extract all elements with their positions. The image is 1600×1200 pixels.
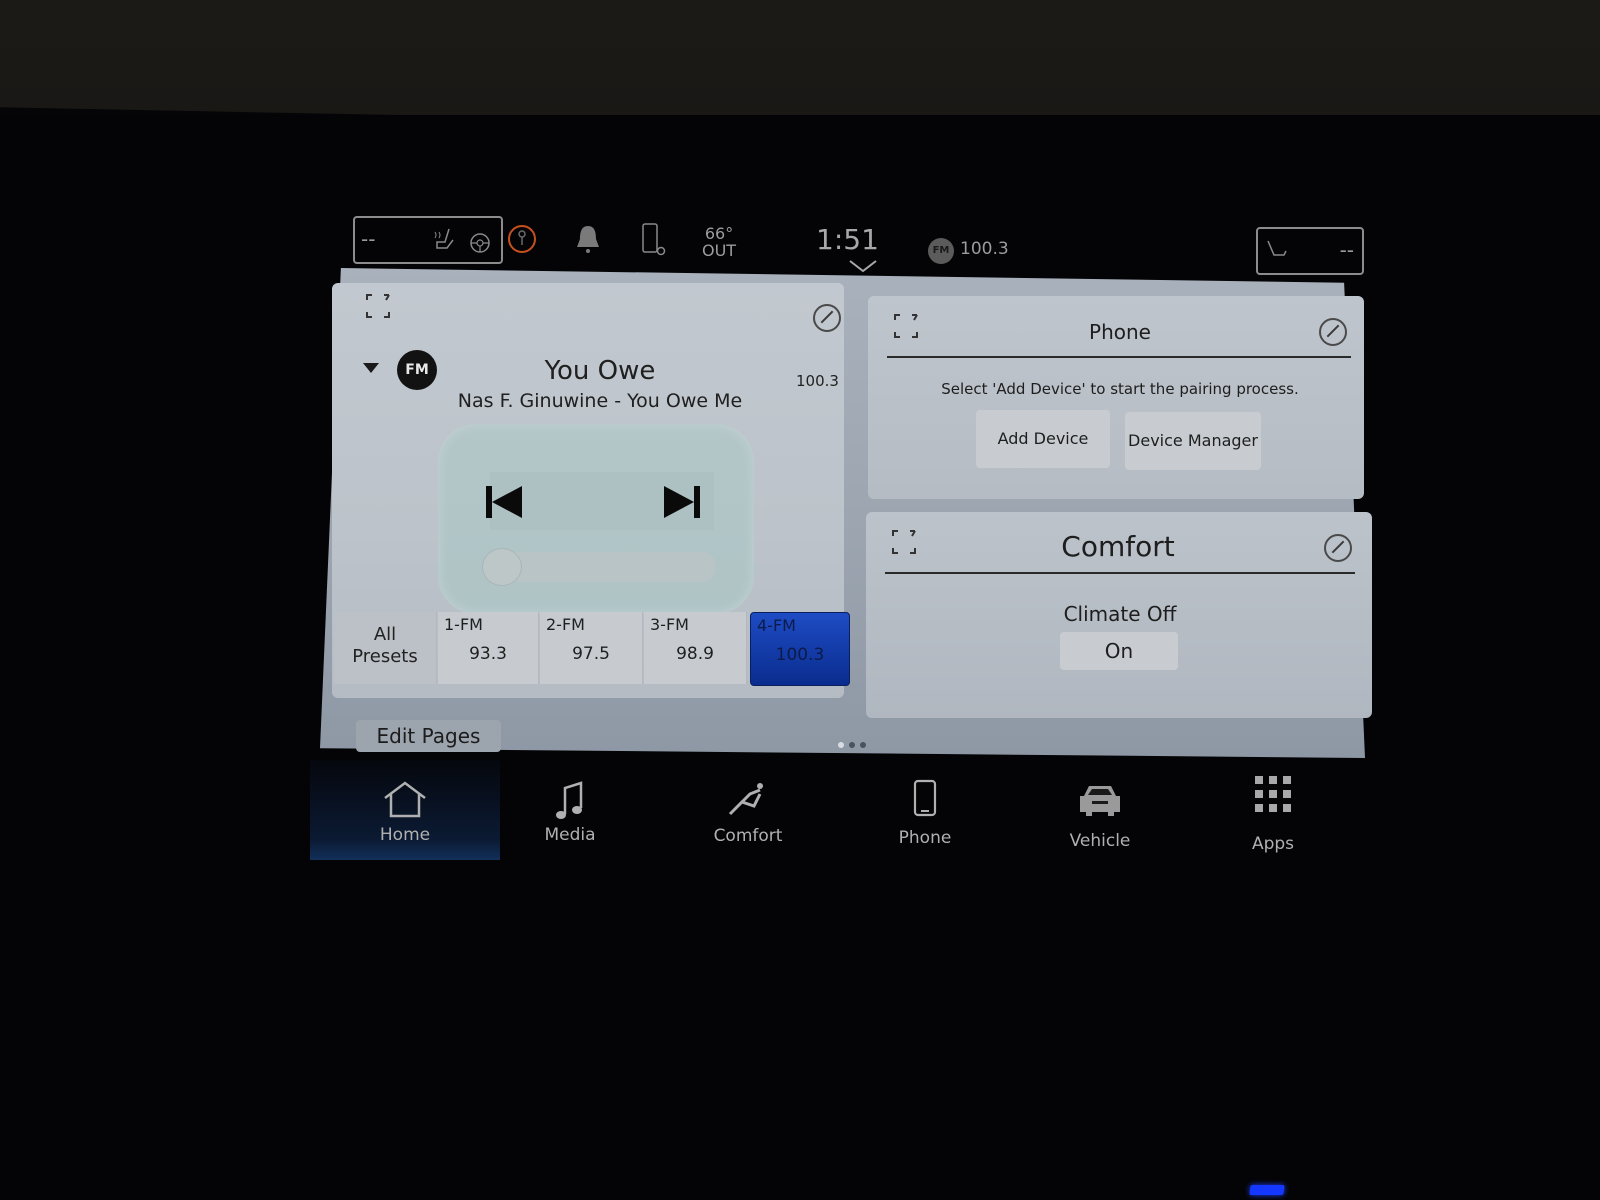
preset-frequency: 93.3 (469, 644, 507, 664)
source-frequency[interactable]: 100.3 (960, 239, 1009, 259)
temperature-label: OUT (702, 241, 737, 260)
divider (887, 356, 1351, 358)
edit-media-card-icon[interactable] (813, 304, 841, 332)
nav-media[interactable]: Media (495, 760, 645, 860)
song-title: You Owe (544, 356, 656, 386)
phone-settings-icon[interactable] (640, 221, 670, 261)
climate-on-button[interactable]: On (1060, 632, 1178, 670)
clock[interactable]: 1:51 (816, 223, 879, 256)
expand-icon[interactable] (892, 312, 920, 340)
music-note-icon (556, 781, 583, 819)
media-frequency: 100.3 (796, 372, 839, 390)
edit-pages-button[interactable]: Edit Pages (356, 720, 501, 752)
temperature-value: 66° (704, 224, 734, 243)
comfort-card-title: Comfort (1061, 530, 1175, 563)
bottom-nav: Home Media Comfort Phone Vehicle Apps (310, 760, 1360, 860)
player-controls (438, 424, 754, 614)
key-alert-icon[interactable] (506, 223, 538, 255)
chevron-down-icon[interactable] (848, 259, 878, 273)
pairing-message: Select 'Add Device' to start the pairing… (941, 380, 1299, 398)
bell-icon[interactable] (574, 223, 602, 257)
driver-seat-control[interactable]: -- (353, 216, 503, 264)
nav-home[interactable]: Home (310, 760, 500, 860)
nav-label: Comfort (713, 826, 783, 846)
preset-label: 1-FM (444, 615, 483, 634)
page-dot[interactable] (838, 742, 844, 748)
indicator-led (1249, 1185, 1285, 1195)
divider (885, 572, 1355, 574)
add-device-button[interactable]: Add Device (976, 410, 1110, 468)
preset-frequency: 97.5 (572, 644, 610, 664)
source-badge: FM (928, 238, 954, 264)
device-manager-button[interactable]: Device Manager (1125, 412, 1261, 470)
passenger-seat-value: -- (1339, 238, 1354, 262)
skip-next-icon[interactable] (660, 482, 704, 522)
all-presets-button[interactable]: All Presets (334, 612, 437, 684)
skip-previous-icon[interactable] (482, 482, 526, 522)
preset-2[interactable]: 2-FM 97.5 (540, 612, 643, 684)
nav-label: Home (379, 825, 431, 845)
source-dropdown-icon[interactable] (363, 363, 379, 373)
preset-3[interactable]: 3-FM 98.9 (644, 612, 747, 684)
preset-frequency: 98.9 (676, 644, 714, 664)
status-bar: -- 66° OUT 1:51 FM 100.3 -- (330, 205, 1370, 275)
nav-label: Apps (1251, 834, 1295, 854)
heated-seat-icon (434, 228, 454, 249)
apps-grid-icon (1255, 776, 1291, 812)
car-icon (1080, 786, 1120, 816)
page-dot[interactable] (849, 742, 855, 748)
preset-label: 4-FM (757, 616, 796, 635)
ventilated-seat-icon (1267, 240, 1287, 256)
climate-status: Climate Off (1063, 602, 1177, 626)
page-indicator[interactable] (838, 733, 871, 752)
preset-4[interactable]: 4-FM 100.3 (750, 612, 850, 686)
page-dot[interactable] (860, 742, 866, 748)
nav-comfort[interactable]: Comfort (673, 760, 823, 860)
nav-vehicle[interactable]: Vehicle (1025, 760, 1175, 860)
tuning-slider-knob[interactable] (482, 548, 522, 586)
heated-steering-wheel-icon (470, 233, 490, 253)
phone-card-title: Phone (1089, 320, 1151, 344)
all-presets-line1: All (373, 624, 397, 645)
nav-label: Vehicle (1069, 831, 1131, 851)
nav-apps[interactable]: Apps (1198, 760, 1348, 860)
home-icon (384, 781, 426, 818)
preset-label: 2-FM (546, 615, 585, 634)
expand-icon[interactable] (890, 528, 918, 556)
expand-icon[interactable] (364, 292, 392, 320)
presets-bar: All Presets 1-FM 93.3 2-FM 97.5 3-FM 98.… (334, 612, 854, 692)
nav-label: Media (544, 825, 596, 845)
preset-1[interactable]: 1-FM 93.3 (438, 612, 539, 684)
song-artist: Nas F. Ginuwine - You Owe Me (457, 390, 743, 412)
smartphone-icon (913, 779, 937, 817)
preset-label: 3-FM (650, 615, 689, 634)
seat-recline-icon (728, 783, 763, 816)
passenger-seat-control[interactable]: -- (1256, 227, 1364, 275)
nav-label: Phone (898, 828, 952, 848)
nav-phone[interactable]: Phone (850, 760, 1000, 860)
outside-temperature: 66° OUT (702, 225, 736, 259)
preset-frequency: 100.3 (775, 645, 825, 665)
all-presets-line2: Presets (352, 646, 418, 667)
edit-comfort-card-icon[interactable] (1324, 534, 1352, 562)
edit-phone-card-icon[interactable] (1319, 318, 1347, 346)
driver-seat-value: -- (361, 227, 376, 251)
